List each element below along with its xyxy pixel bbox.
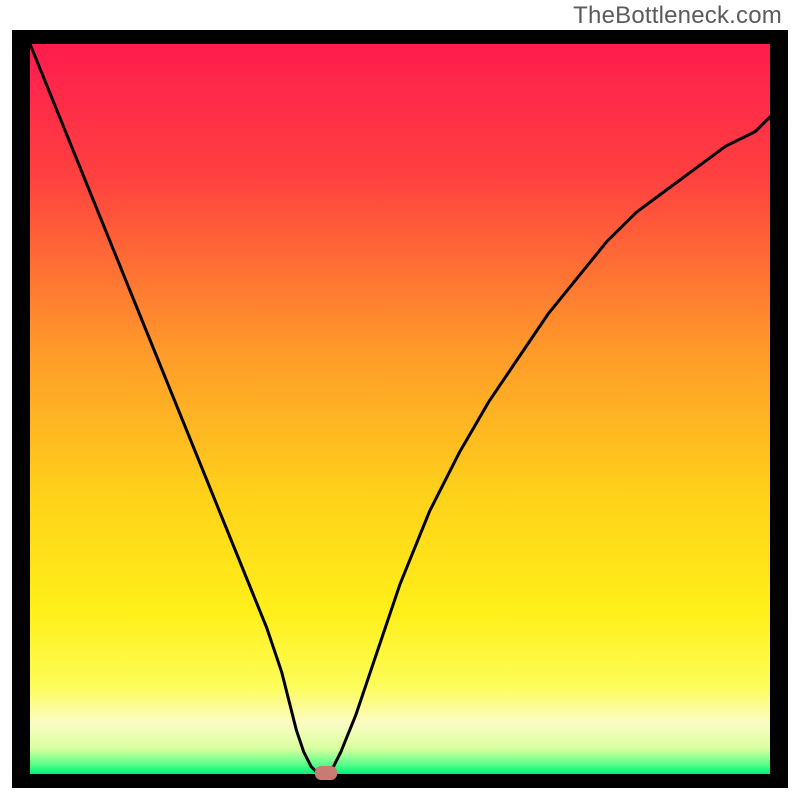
minimum-marker: [315, 766, 337, 780]
chart-frame: [12, 30, 788, 788]
chart-stage: TheBottleneck.com: [0, 0, 800, 800]
watermark-text: TheBottleneck.com: [573, 2, 782, 30]
bottleneck-curve: [30, 44, 770, 774]
plot-area: [30, 44, 770, 774]
